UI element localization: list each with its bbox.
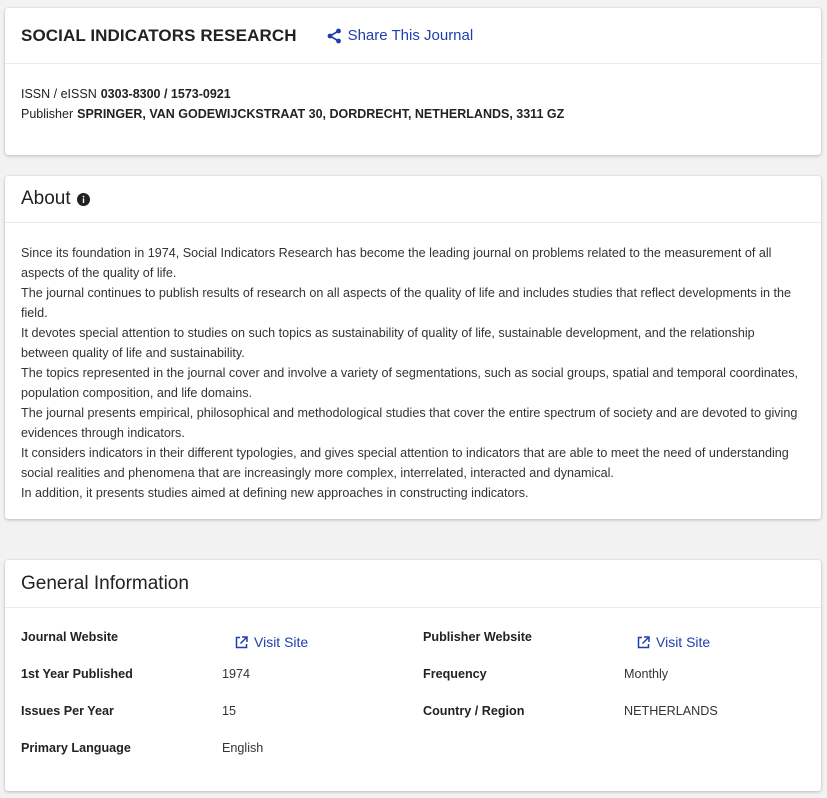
about-card: About Since its foundation in 1974, Soci… [5,176,821,519]
about-body: Since its foundation in 1974, Social Ind… [5,223,821,503]
share-icon [327,28,348,44]
country-region-label: Country / Region [423,704,525,718]
issues-per-year-label: Issues Per Year [21,704,114,718]
journal-header: SOCIAL INDICATORS RESEARCH Share This Jo… [5,8,821,64]
issues-per-year-value: 15 [222,704,237,718]
country-region-value: NETHERLANDS [624,704,718,718]
about-paragraph: In addition, it presents studies aimed a… [21,486,529,500]
about-paragraph: The topics represented in the journal co… [21,366,799,400]
about-title: About [21,188,71,209]
publisher-row: Publisher SPRINGER, VAN GODEWIJCKSTRAAT 3… [21,104,805,124]
journal-title: SOCIAL INDICATORS RESEARCH [21,25,297,45]
about-paragraph: Since its foundation in 1974, Social Ind… [21,246,772,280]
issn-value: 0303-8300 / 1573-0921 [100,87,231,101]
publisher-website-link[interactable]: Visit Site [637,634,710,650]
about-paragraph: The journal continues to publish results… [21,286,792,320]
journal-website-label: Journal Website [21,630,119,644]
first-year-label: 1st Year Published [21,667,133,681]
first-year-value: 1974 [222,667,251,681]
primary-language-value: English [222,741,264,755]
about-paragraph: It considers indicators in their differe… [21,446,789,480]
journal-card: SOCIAL INDICATORS RESEARCH Share This Jo… [5,8,821,155]
publisher-value: SPRINGER, VAN GODEWIJCKSTRAAT 30, DORDRE… [77,107,565,121]
about-header: About [5,176,821,223]
info-icon[interactable] [76,192,90,206]
external-link-icon [235,635,254,649]
primary-language-label: Primary Language [21,741,131,755]
publisher-website-link-label: Visit Site [656,634,711,650]
issn-label: ISSN / eISSN [21,87,97,101]
general-info-card: General Information Journal Website Visi… [5,560,821,791]
about-paragraph: The journal presents empirical, philosop… [21,406,798,440]
frequency-value: Monthly [624,667,669,681]
share-journal-button[interactable]: Share This Journal [327,27,474,44]
journal-website-link[interactable]: Visit Site [235,634,308,650]
publisher-website-label: Publisher Website [423,630,532,644]
external-link-icon [637,635,656,649]
frequency-label: Frequency [423,667,487,681]
general-info-header: General Information [5,560,821,608]
journal-meta: ISSN / eISSN 0303-8300 / 1573-0921 Publis… [5,64,821,124]
about-paragraph: It devotes special attention to studies … [21,326,755,360]
general-info-title: General Information [21,572,189,594]
journal-website-link-label: Visit Site [254,634,309,650]
share-label: Share This Journal [347,27,474,44]
issn-row: ISSN / eISSN 0303-8300 / 1573-0921 [21,84,805,104]
publisher-label: Publisher [21,107,74,121]
